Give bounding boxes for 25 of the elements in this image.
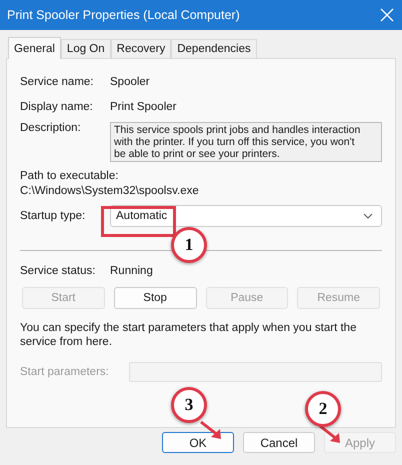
window-title: Print Spooler Properties (Local Computer) — [7, 8, 240, 22]
field-label: Startup type: — [20, 210, 86, 222]
field-label: Service name: — [20, 76, 95, 88]
description-box[interactable]: This service spools print jobs and handles interaction with the printer. If you turn off this service, you won't be able to print or see your printers. — [110, 122, 382, 162]
tab[interactable]: Dependencies — [171, 39, 257, 58]
service-button[interactable]: Stop — [114, 287, 196, 309]
dialog-button[interactable]: OK — [162, 432, 234, 453]
tab[interactable]: General — [8, 37, 61, 59]
arrow-icon — [318, 424, 342, 446]
startup-type-dropdown[interactable]: Automatic — [110, 204, 382, 226]
status-value: Running — [110, 264, 153, 276]
field-label: Description: — [20, 122, 82, 134]
tab[interactable]: Log On — [60, 39, 111, 58]
chevron-down-icon — [363, 212, 373, 218]
field-label: Start parameters: — [20, 366, 110, 378]
field-label: Service status: — [20, 264, 96, 276]
field-value: Print Spooler — [110, 100, 176, 112]
path-value: C:\Windows\System32\spoolsv.exe — [20, 185, 200, 197]
close-icon[interactable] — [380, 8, 394, 22]
field-label: Display name: — [20, 100, 94, 112]
tab[interactable]: Recovery — [110, 39, 172, 58]
field-label: Path to executable: — [20, 170, 120, 182]
hint-text: You can specify the start parameters that apply when you start the service from here. — [20, 321, 358, 349]
dialog-button[interactable]: Cancel — [243, 432, 315, 453]
field-value: Spooler — [110, 76, 150, 88]
